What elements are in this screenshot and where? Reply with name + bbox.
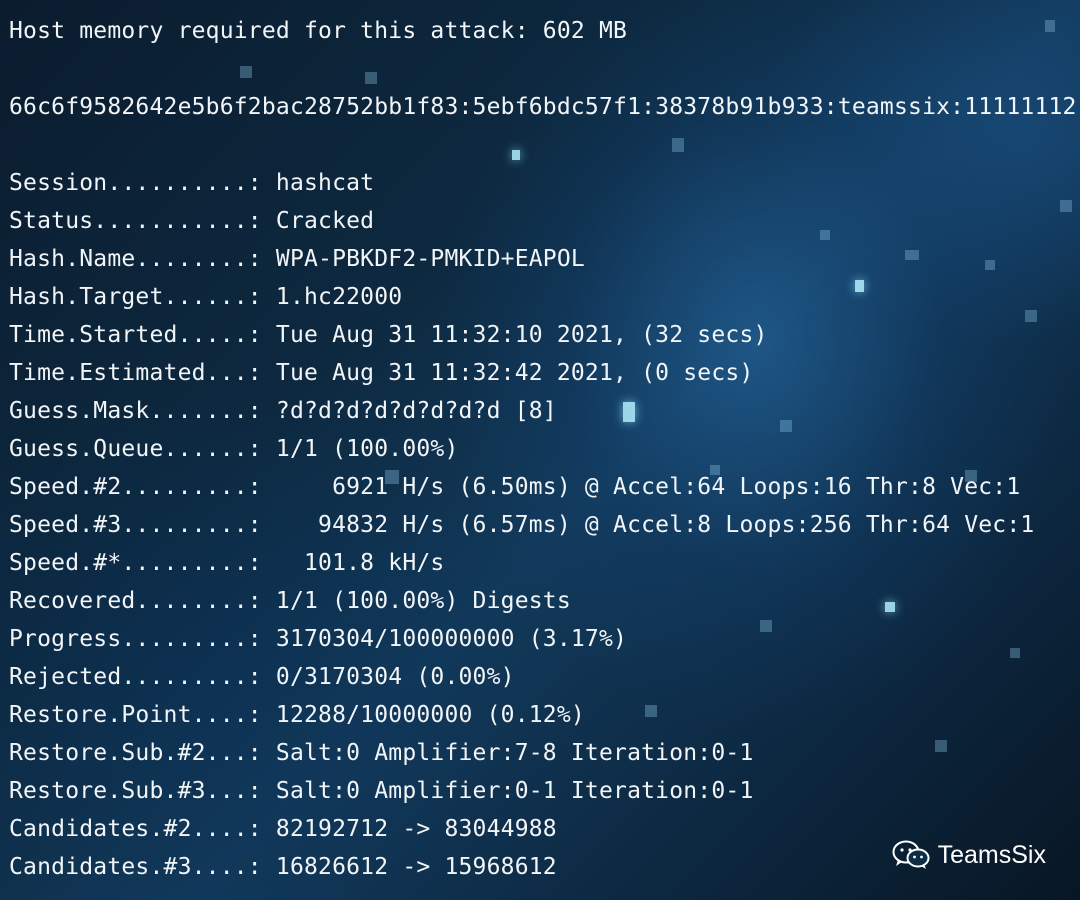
status-line-time-estimated: Time.Estimated...: Tue Aug 31 11:32:42 2… [9,360,754,386]
status-line-hash-target: Hash.Target......: 1.hc22000 [9,284,403,310]
status-line-guess-mask: Guess.Mask.......: ?d?d?d?d?d?d?d?d [8] [9,398,557,424]
cracked-hash-line: 66c6f9582642e5b6f2bac28752bb1f83:5ebf6bd… [9,94,1077,120]
status-line-status: Status...........: Cracked [9,208,375,234]
watermark: TeamsSix [892,840,1046,870]
memory-line: Host memory required for this attack: 60… [9,18,628,44]
status-line-hash-name: Hash.Name........: WPA-PBKDF2-PMKID+EAPO… [9,246,585,272]
status-line-speed-2: Speed.#2.........: 6921 H/s (6.50ms) @ A… [9,474,1021,500]
status-line-session: Session..........: hashcat [9,170,375,196]
status-line-time-started: Time.Started.....: Tue Aug 31 11:32:10 2… [9,322,768,348]
status-line-restore-point: Restore.Point....: 12288/10000000 (0.12%… [9,702,585,728]
status-line-speed-total: Speed.#*.........: 101.8 kH/s [9,550,445,576]
watermark-text: TeamsSix [937,840,1046,869]
status-line-speed-3: Speed.#3.........: 94832 H/s (6.57ms) @ … [9,512,1035,538]
status-line-progress: Progress.........: 3170304/100000000 (3.… [9,626,628,652]
status-line-restore-sub-2: Restore.Sub.#2...: Salt:0 Amplifier:7-8 … [9,740,754,766]
wechat-icon [892,840,930,869]
status-line-restore-sub-3: Restore.Sub.#3...: Salt:0 Amplifier:0-1 … [9,778,754,804]
status-line-recovered: Recovered........: 1/1 (100.00%) Digests [9,588,571,614]
terminal-output: Host memory required for this attack: 60… [9,12,1077,886]
status-line-rejected: Rejected.........: 0/3170304 (0.00%) [9,664,515,690]
status-line-guess-queue: Guess.Queue......: 1/1 (100.00%) [9,436,459,462]
